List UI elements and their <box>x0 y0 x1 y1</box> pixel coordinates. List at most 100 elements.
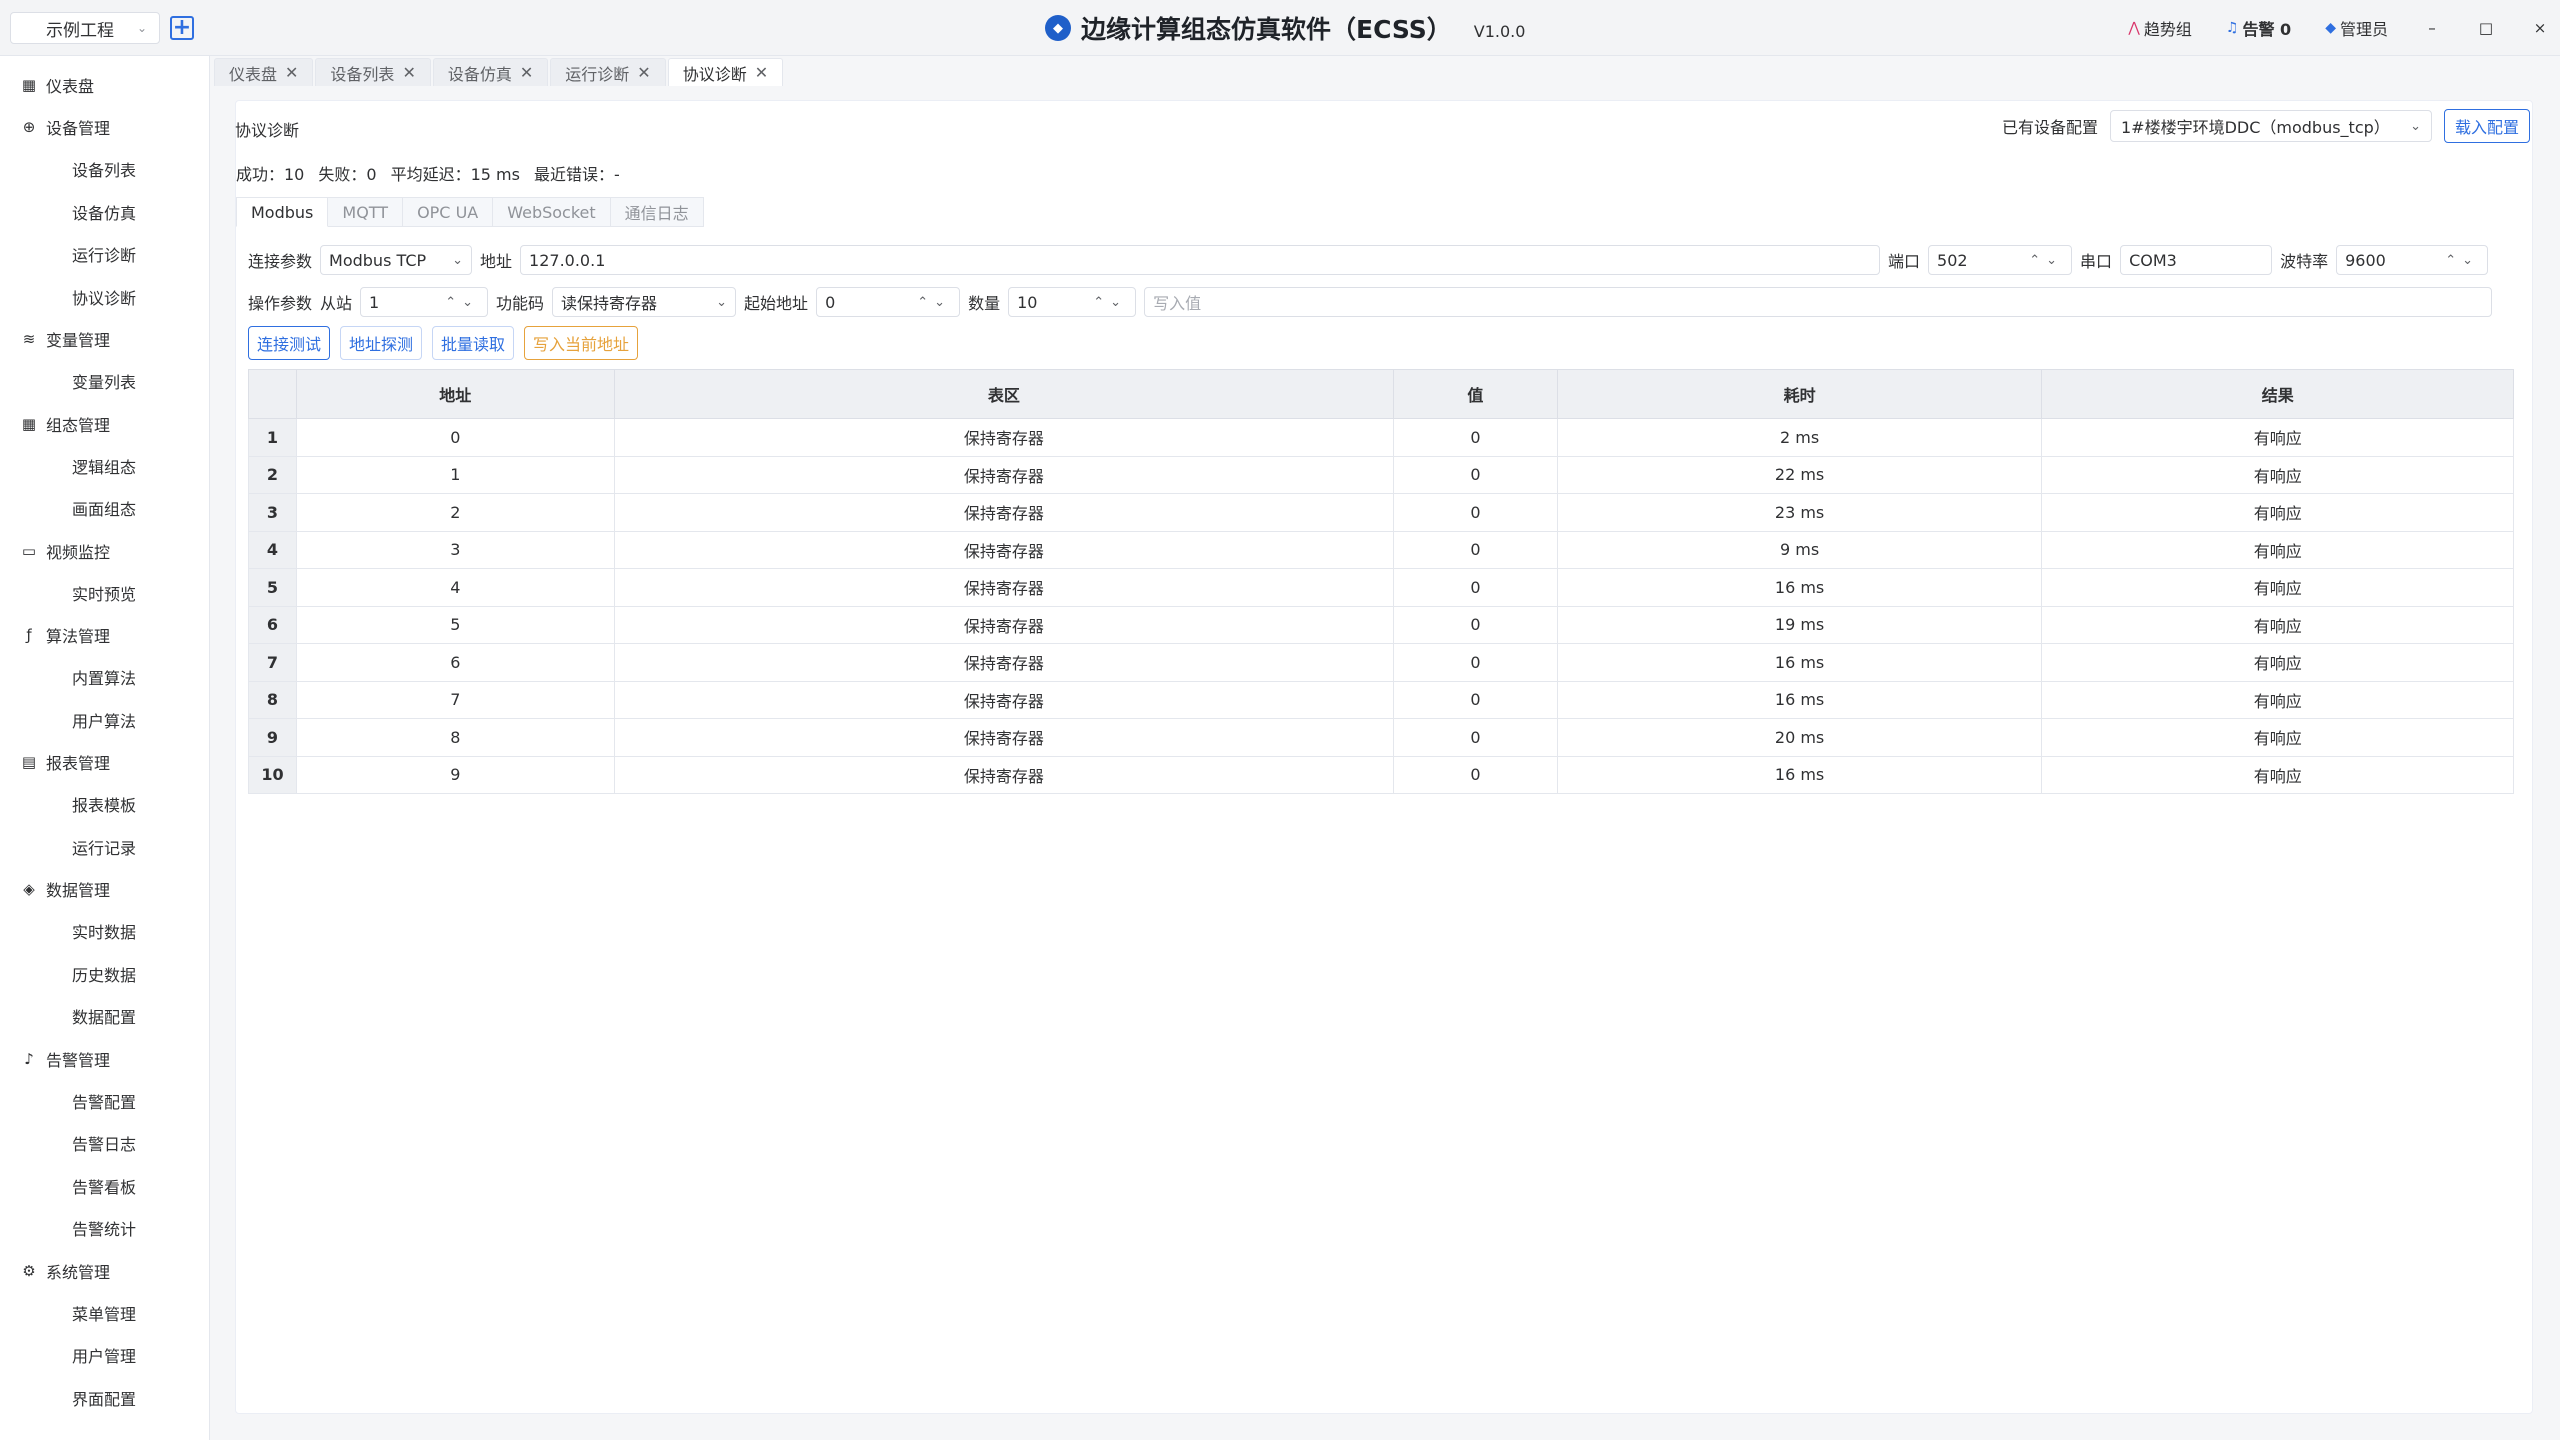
sidebar-item[interactable]: 告警统计 <box>0 1207 209 1250</box>
sidebar-item[interactable]: 数据配置 <box>0 995 209 1038</box>
sidebar-group-7[interactable]: ◈ 数据管理 <box>0 868 209 910</box>
sidebar-item[interactable]: 画面组态 <box>0 487 209 530</box>
table-row[interactable]: 8 7 保持寄存器 0 16 ms 有响应 <box>248 680 2514 719</box>
column-header[interactable]: 耗时 <box>1556 369 2043 419</box>
sidebar-item[interactable]: 实时预览 <box>0 572 209 615</box>
column-header[interactable]: 表区 <box>613 369 1395 419</box>
sidebar-group-8[interactable]: ♪ 告警管理 <box>0 1038 209 1080</box>
close-icon[interactable]: ✕ <box>637 63 650 82</box>
table-row[interactable]: 5 4 保持寄存器 0 16 ms 有响应 <box>248 568 2514 607</box>
table-cell: 有响应 <box>2041 493 2514 532</box>
sidebar-item[interactable]: 告警日志 <box>0 1122 209 1165</box>
table-row[interactable]: 4 3 保持寄存器 0 9 ms 有响应 <box>248 530 2514 569</box>
start-address-stepper[interactable]: 0 ⌃⌄ <box>816 287 961 317</box>
sidebar-item[interactable]: 内置算法 <box>0 656 209 699</box>
table-cell: 1 <box>296 455 615 494</box>
column-header[interactable]: 地址 <box>296 369 615 419</box>
sidebar-item[interactable]: 告警看板 <box>0 1165 209 1208</box>
sidebar-item[interactable]: 菜单管理 <box>0 1292 209 1335</box>
column-header[interactable]: 结果 <box>2041 369 2514 419</box>
table-row[interactable]: 6 5 保持寄存器 0 19 ms 有响应 <box>248 605 2514 644</box>
sidebar-group-5[interactable]: ƒ 算法管理 <box>0 614 209 656</box>
sidebar-group-6[interactable]: ▤ 报表管理 <box>0 741 209 783</box>
tab-4[interactable]: 协议诊断 ✕ <box>667 58 784 86</box>
sidebar-item[interactable]: 报表模板 <box>0 783 209 826</box>
load-config-button[interactable]: 载入配置 <box>2443 109 2530 143</box>
write-current-address-button[interactable]: 写入当前地址 <box>524 326 639 360</box>
table-row[interactable]: 2 1 保持寄存器 0 22 ms 有响应 <box>248 455 2514 494</box>
close-button[interactable]: × <box>2530 19 2550 37</box>
close-icon[interactable]: ✕ <box>285 63 298 82</box>
tab-2[interactable]: 设备仿真 ✕ <box>432 58 549 86</box>
table-row[interactable]: 7 6 保持寄存器 0 16 ms 有响应 <box>248 643 2514 682</box>
sidebar-item[interactable]: 运行记录 <box>0 826 209 869</box>
sidebar-item[interactable]: 设备仿真 <box>0 191 209 234</box>
slave-stepper[interactable]: 1 ⌃⌄ <box>360 287 489 317</box>
batch-read-button[interactable]: 批量读取 <box>432 326 515 360</box>
sidebar-item[interactable]: 运行诊断 <box>0 233 209 276</box>
sidebar-item[interactable]: 实时数据 <box>0 910 209 953</box>
maximize-button[interactable]: □ <box>2476 19 2496 37</box>
close-icon[interactable]: ✕ <box>755 63 768 82</box>
protocol-tab-1[interactable]: MQTT <box>328 197 404 227</box>
stepper-icon[interactable]: ⌃⌄ <box>917 295 951 310</box>
table-row[interactable]: 10 9 保持寄存器 0 16 ms 有响应 <box>248 755 2514 794</box>
sidebar-group-4[interactable]: ▭ 视频监控 <box>0 530 209 572</box>
count-stepper[interactable]: 10 ⌃⌄ <box>1008 287 1137 317</box>
port-stepper[interactable]: 502 ⌃⌄ <box>1928 245 2073 275</box>
admin-button[interactable]: ◆ 管理员 <box>2325 16 2388 40</box>
table-cell: 19 ms <box>1556 605 2043 644</box>
protocol-tab-2[interactable]: OPC UA <box>403 197 494 227</box>
sidebar-group-2[interactable]: ≋ 变量管理 <box>0 318 209 360</box>
sidebar-item[interactable]: 用户管理 <box>0 1334 209 1377</box>
stepper-icon[interactable]: ⌃⌄ <box>1093 295 1127 310</box>
trend-group-button[interactable]: ⋀ 趋势组 <box>2128 16 2192 40</box>
sidebar-item[interactable]: 告警配置 <box>0 1080 209 1123</box>
table-cell: 保持寄存器 <box>613 455 1395 494</box>
trend-icon: ⋀ <box>2128 20 2140 36</box>
protocol-select[interactable]: Modbus TCP ⌄ <box>320 245 473 275</box>
table-row[interactable]: 1 0 保持寄存器 0 2 ms 有响应 <box>248 418 2514 457</box>
close-icon[interactable]: ✕ <box>402 63 415 82</box>
address-probe-button[interactable]: 地址探测 <box>340 326 423 360</box>
stepper-icon[interactable]: ⌃⌄ <box>445 295 479 310</box>
column-header[interactable]: 值 <box>1393 369 1558 419</box>
sidebar-item[interactable]: 历史数据 <box>0 953 209 996</box>
operation-row: 操作参数 从站 1 ⌃⌄ 功能码 读保持寄存器 ⌄ 起始地址 0 ⌃⌄ 数量 1… <box>248 287 2493 317</box>
sidebar-item[interactable]: 逻辑组态 <box>0 445 209 488</box>
sidebar-group-9[interactable]: ⚙ 系统管理 <box>0 1250 209 1292</box>
table-row[interactable]: 9 8 保持寄存器 0 20 ms 有响应 <box>248 718 2514 757</box>
address-input[interactable]: 127.0.0.1 <box>520 245 1881 275</box>
sidebar-item[interactable]: 界面配置 <box>0 1377 209 1420</box>
sidebar-item[interactable]: 用户算法 <box>0 699 209 742</box>
protocol-tab-4[interactable]: 通信日志 <box>610 197 704 227</box>
sidebar-group-0[interactable]: ▦ 仪表盘 <box>0 64 209 106</box>
stepper-icon[interactable]: ⌃⌄ <box>2445 253 2479 268</box>
stepper-icon[interactable]: ⌃⌄ <box>2029 253 2063 268</box>
protocol-tab-0[interactable]: Modbus <box>236 197 329 227</box>
stat-fail: 失败：0 <box>318 165 377 184</box>
baud-stepper[interactable]: 9600 ⌃⌄ <box>2336 245 2489 275</box>
device-config-select[interactable]: 1#楼楼宇环境DDC（modbus_tcp） ⌄ <box>2109 110 2432 142</box>
sidebar-group-label: 仪表盘 <box>46 77 95 96</box>
serial-input[interactable]: COM3 <box>2120 245 2273 275</box>
alarm-button[interactable]: ♫ 告警 0 <box>2226 16 2291 40</box>
project-select[interactable]: 示例工程 ⌄ <box>10 12 160 44</box>
tab-label: 仪表盘 <box>229 64 278 84</box>
sidebar-group-1[interactable]: ⊕ 设备管理 <box>0 106 209 148</box>
table-row[interactable]: 3 2 保持寄存器 0 23 ms 有响应 <box>248 493 2514 532</box>
tab-0[interactable]: 仪表盘 ✕ <box>214 58 314 86</box>
write-value-input[interactable]: 写入值 <box>1144 287 2493 317</box>
add-project-icon[interactable]: + <box>170 16 194 40</box>
sidebar-group-3[interactable]: ▦ 组态管理 <box>0 403 209 445</box>
minimize-button[interactable]: – <box>2422 19 2442 37</box>
tab-1[interactable]: 设备列表 ✕ <box>315 58 431 86</box>
tab-3[interactable]: 运行诊断 ✕ <box>550 58 666 86</box>
sidebar-item[interactable]: 变量列表 <box>0 360 209 403</box>
protocol-tab-3[interactable]: WebSocket <box>493 197 611 227</box>
sidebar-item[interactable]: 协议诊断 <box>0 276 209 319</box>
sidebar-item[interactable]: 设备列表 <box>0 148 209 191</box>
close-icon[interactable]: ✕ <box>520 63 533 82</box>
connection-test-button[interactable]: 连接测试 <box>248 326 331 360</box>
function-select[interactable]: 读保持寄存器 ⌄ <box>552 287 737 317</box>
